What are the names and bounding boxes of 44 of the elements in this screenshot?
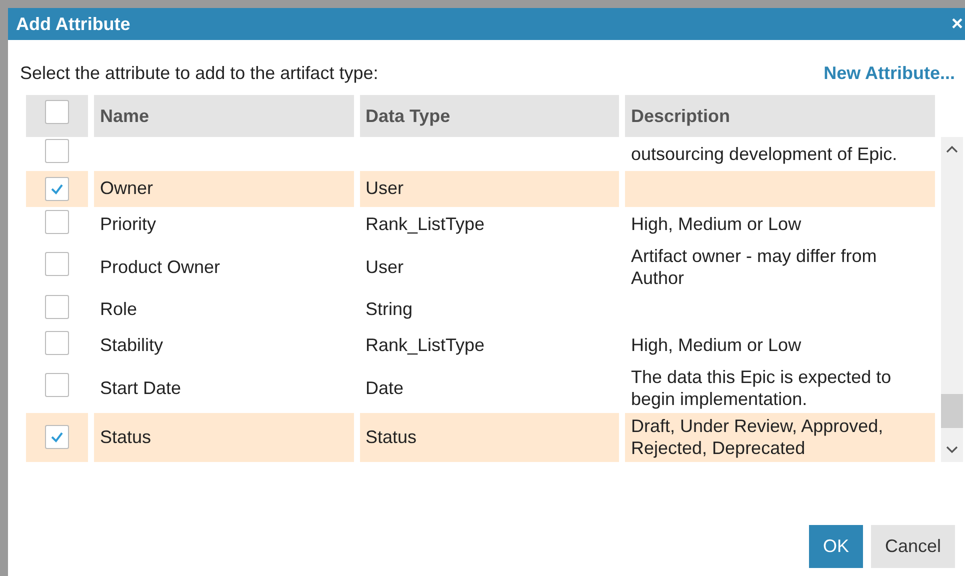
checkbox[interactable] [45, 100, 69, 124]
checkbox[interactable] [45, 294, 69, 319]
checkbox[interactable] [45, 252, 69, 276]
check-icon [50, 182, 64, 194]
checkbox[interactable] [45, 176, 69, 200]
description-text: The data this Epic is expected to begin implementation. [631, 366, 892, 409]
instruction-text: Select the attribute to add to the artifact type: [20, 62, 378, 85]
data-type-text: Rank_ListType [366, 214, 485, 234]
dialog-title: Add Attribute [16, 12, 130, 36]
column-header[interactable]: Data Type [360, 95, 619, 137]
attribute-name: Start Date [100, 378, 182, 398]
description-text: High, Medium or Low [631, 335, 802, 356]
checkbox[interactable] [45, 210, 69, 234]
close-button[interactable]: × [951, 9, 963, 39]
column-header[interactable]: Name [94, 95, 354, 137]
chevron-up-icon[interactable] [946, 145, 958, 153]
attribute-name: Role [100, 299, 138, 320]
attribute-name: Priority [100, 214, 156, 234]
data-type-text: Rank_ListType [366, 335, 485, 356]
scrollbar-thumb[interactable] [941, 394, 963, 428]
column-header[interactable]: Description [625, 95, 935, 137]
checkbox[interactable] [45, 373, 69, 398]
description-text: Draft, Under Review, Approved, Rejected, Deprecated [631, 416, 884, 458]
checkbox[interactable] [45, 425, 69, 449]
checkbox[interactable] [45, 139, 69, 163]
description-text: High, Medium or Low [631, 214, 802, 234]
data-type-text: Date [366, 378, 404, 398]
ok-button[interactable]: OK [808, 525, 863, 568]
data-type-text: User [366, 178, 404, 198]
description-text: outsourcing development of Epic. [631, 144, 898, 164]
description-text: Artifact owner - may differ from Author [631, 246, 877, 288]
data-type-text: Status [366, 426, 417, 447]
cancel-button[interactable]: Cancel [870, 525, 955, 568]
chevron-down-icon[interactable] [946, 446, 958, 454]
data-type-text: User [366, 256, 404, 277]
attribute-name: Product Owner [100, 256, 220, 277]
attribute-name: Status [100, 426, 152, 447]
scrollbar[interactable] [941, 137, 963, 462]
attribute-name: Stability [100, 335, 164, 356]
check-icon [50, 431, 64, 443]
checkbox[interactable] [45, 330, 69, 355]
new-attribute-link[interactable]: New Attribute... [824, 60, 955, 87]
data-type-text: String [366, 299, 413, 320]
attribute-name: Owner [100, 178, 154, 198]
